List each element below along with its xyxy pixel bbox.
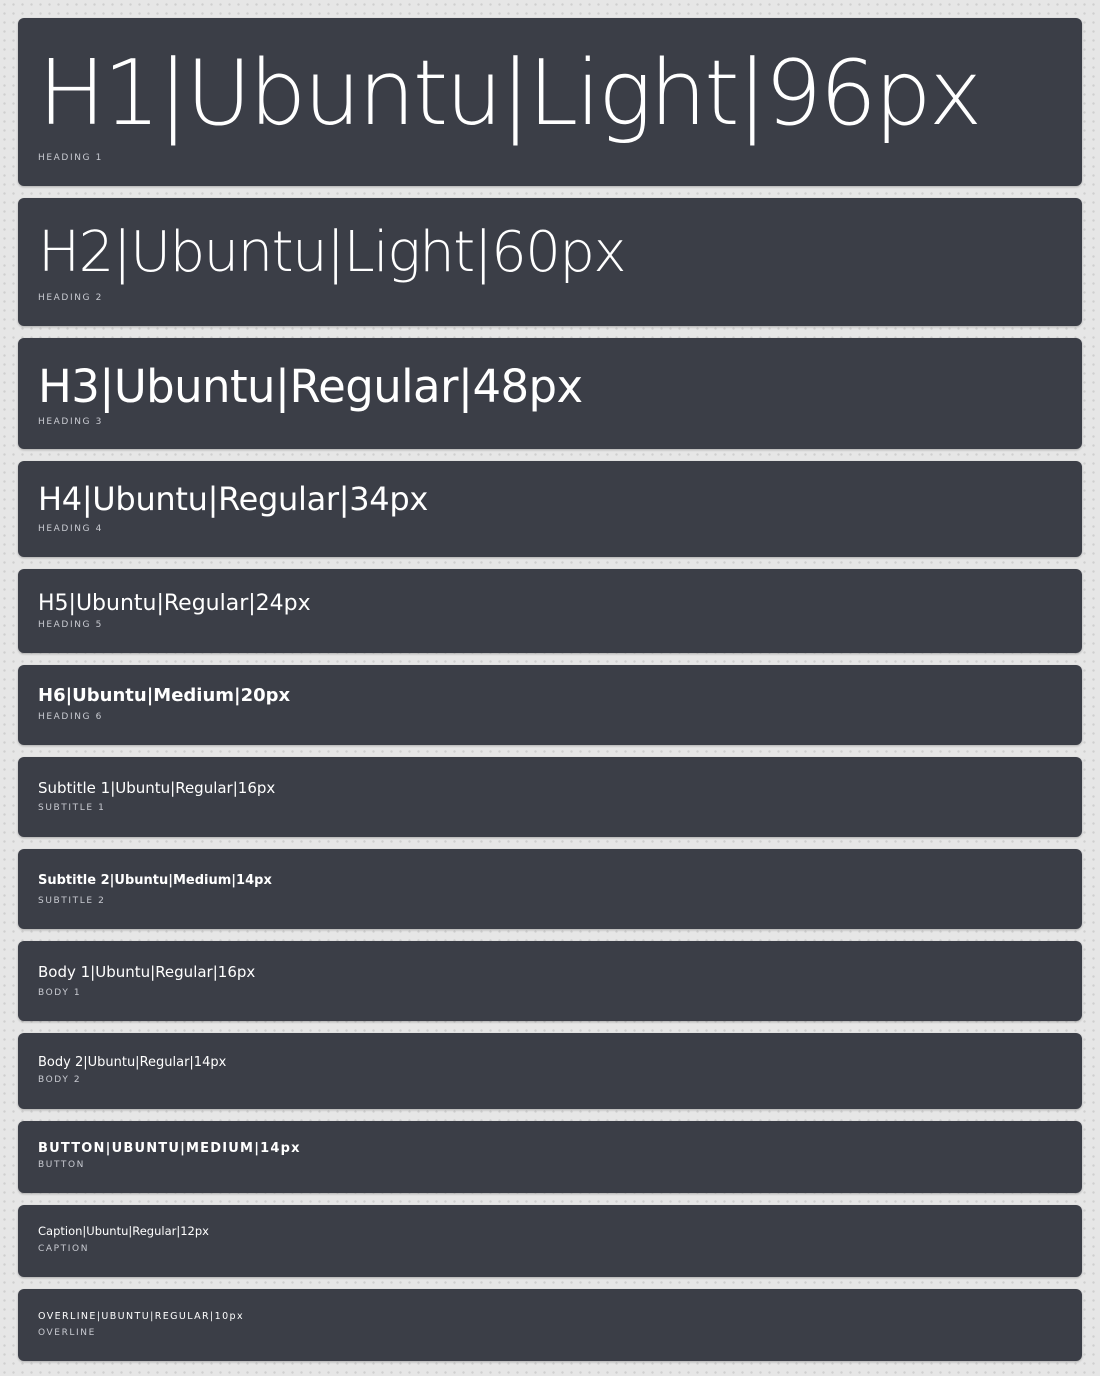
type-row-heading-3: H3|Ubuntu|Regular|48px HEADING 3 (18, 338, 1082, 449)
type-sample-body-2: Body 2|Ubuntu|Regular|14px (38, 1055, 227, 1070)
type-label-subtitle-1: SUBTITLE 1 (38, 803, 106, 813)
type-label-heading-4: HEADING 4 (38, 524, 103, 534)
type-label-heading-6: HEADING 6 (38, 712, 103, 722)
type-row-heading-1: H1|Ubuntu|Light|96px HEADING 1 (18, 18, 1082, 186)
type-row-body-2: Body 2|Ubuntu|Regular|14px BODY 2 (18, 1033, 1082, 1109)
type-row-heading-2: H2|Ubuntu|Light|60px HEADING 2 (18, 198, 1082, 326)
type-label-heading-1: HEADING 1 (38, 153, 103, 163)
type-sample-body-1: Body 1|Ubuntu|Regular|16px (38, 963, 256, 981)
type-sample-overline: OVERLINE|UBUNTU|REGULAR|10px (38, 1311, 244, 1322)
type-label-caption: CAPTION (38, 1244, 90, 1254)
type-scale-list: H1|Ubuntu|Light|96px HEADING 1 H2|Ubuntu… (18, 18, 1082, 1361)
type-sample-heading-6: H6|Ubuntu|Medium|20px (38, 685, 291, 706)
type-row-heading-5: H5|Ubuntu|Regular|24px HEADING 5 (18, 569, 1082, 653)
type-label-button: BUTTON (38, 1160, 86, 1170)
type-sample-subtitle-1: Subtitle 1|Ubuntu|Regular|16px (38, 779, 276, 797)
type-label-body-1: BODY 1 (38, 988, 82, 998)
type-sample-heading-4: H4|Ubuntu|Regular|34px (38, 480, 428, 518)
type-row-subtitle-1: Subtitle 1|Ubuntu|Regular|16px SUBTITLE … (18, 757, 1082, 837)
type-row-subtitle-2: Subtitle 2|Ubuntu|Medium|14px SUBTITLE 2 (18, 849, 1082, 929)
type-sample-heading-5: H5|Ubuntu|Regular|24px (38, 591, 311, 616)
type-label-heading-3: HEADING 3 (38, 417, 103, 427)
type-row-button: BUTTON|UBUNTU|MEDIUM|14px BUTTON (18, 1121, 1082, 1193)
type-row-caption: Caption|Ubuntu|Regular|12px CAPTION (18, 1205, 1082, 1277)
type-row-overline: OVERLINE|UBUNTU|REGULAR|10px OVERLINE (18, 1289, 1082, 1361)
type-row-body-1: Body 1|Ubuntu|Regular|16px BODY 1 (18, 941, 1082, 1021)
type-sample-caption: Caption|Ubuntu|Regular|12px (38, 1224, 209, 1238)
type-sample-heading-1: H1|Ubuntu|Light|96px (38, 41, 982, 146)
type-label-heading-2: HEADING 2 (38, 293, 103, 303)
type-row-heading-6: H6|Ubuntu|Medium|20px HEADING 6 (18, 665, 1082, 745)
type-sample-subtitle-2: Subtitle 2|Ubuntu|Medium|14px (38, 873, 272, 888)
type-label-overline: OVERLINE (38, 1328, 96, 1338)
type-label-heading-5: HEADING 5 (38, 620, 103, 630)
type-sample-button: BUTTON|UBUNTU|MEDIUM|14px (38, 1141, 301, 1156)
type-row-heading-4: H4|Ubuntu|Regular|34px HEADING 4 (18, 461, 1082, 557)
type-sample-heading-3: H3|Ubuntu|Regular|48px (38, 360, 583, 413)
type-sample-heading-2: H2|Ubuntu|Light|60px (38, 220, 627, 285)
type-label-body-2: BODY 2 (38, 1075, 82, 1085)
type-label-subtitle-2: SUBTITLE 2 (38, 896, 106, 906)
